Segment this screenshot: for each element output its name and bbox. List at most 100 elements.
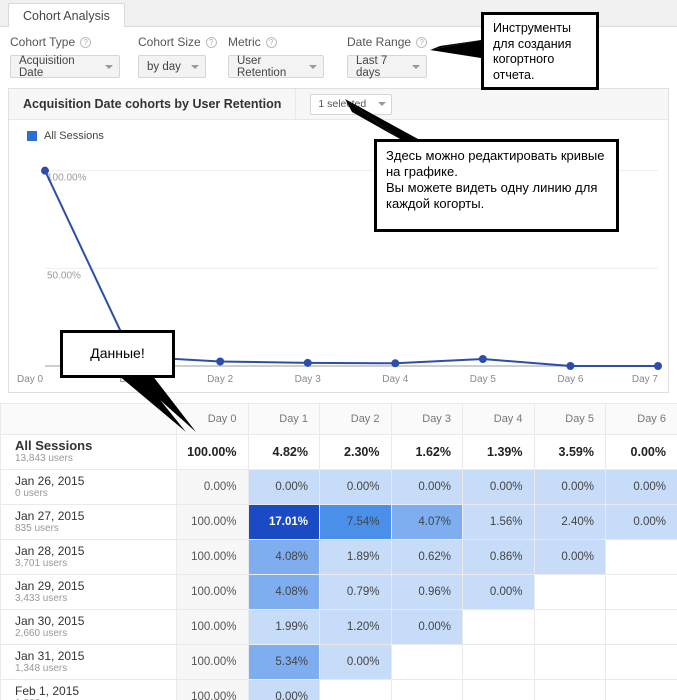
cohort-table-wrap: Day 0 Day 1 Day 2 Day 3 Day 4 Day 5 Day 6 All …: [0, 403, 677, 700]
svg-text:Day 4: Day 4: [382, 374, 409, 385]
control-metric: Metric? User Retention: [228, 35, 324, 79]
retention-cell: 0.00%: [533, 469, 606, 505]
cohort-row-label: Jan 27, 2015 835 users: [0, 504, 177, 540]
retention-cell: 2.40%: [533, 504, 606, 540]
control-dropdown[interactable]: by day: [138, 55, 206, 78]
help-icon[interactable]: ?: [416, 36, 428, 48]
retention-cell: [533, 609, 606, 645]
svg-text:50.00%: 50.00%: [47, 270, 81, 281]
table-row[interactable]: Jan 31, 2015 1,348 users 100.00% 5.34% 0.00%: [0, 644, 677, 680]
retention-cell: [462, 679, 535, 700]
column-header-day-0: Day 0: [176, 403, 249, 435]
help-icon[interactable]: ?: [205, 36, 217, 48]
chart-title: Acquisition Date cohorts by User Retenti…: [23, 97, 282, 111]
chart-legend[interactable]: All Sessions: [27, 130, 104, 142]
control-value: Acquisition Date: [19, 54, 75, 79]
control-value: User Retention: [237, 54, 287, 79]
table-row[interactable]: Jan 27, 2015 835 users 100.00% 17.01% 7.54% 4…: [0, 504, 677, 540]
cohort-user-count: 2,660 users: [15, 628, 68, 639]
retention-cell: 0.00%: [390, 469, 463, 505]
retention-cell: 100.00%: [176, 574, 249, 610]
retention-cell: [533, 679, 606, 700]
help-icon[interactable]: ?: [80, 36, 92, 48]
retention-cell: 0.00%: [533, 539, 606, 575]
control-dropdown[interactable]: User Retention: [228, 54, 324, 79]
column-header-day-4: Day 4: [462, 403, 535, 435]
cohort-user-count: 0 users: [15, 488, 48, 499]
svg-text:Day 3: Day 3: [295, 374, 322, 385]
cohort-name: Jan 31, 2015: [15, 649, 85, 663]
callout-curves-text: Здесь можно редактировать кривые на граф…: [386, 148, 605, 212]
control-cohort-size: Cohort Size? by day: [138, 35, 217, 78]
retention-cell: [605, 609, 677, 645]
cohort-name: Jan 26, 2015: [15, 474, 85, 488]
cohort-row-label: All Sessions 13,843 users: [0, 434, 177, 470]
callout-data: Данные!: [60, 330, 175, 378]
retention-cell: 7.54%: [319, 504, 392, 540]
control-label: Date Range?: [347, 35, 428, 49]
table-row[interactable]: Jan 26, 2015 0 users 0.00% 0.00% 0.00% 0.00% 0…: [0, 469, 677, 505]
retention-cell: [605, 539, 677, 575]
control-date-range: Date Range? Last 7 days: [347, 35, 428, 79]
tab-cohort-analysis[interactable]: Cohort Analysis: [8, 3, 125, 27]
table-row[interactable]: Feb 1, 20151,866 users100.00%0.00%: [0, 679, 677, 700]
cohort-row-label: Feb 1, 20151,866 users: [0, 679, 177, 700]
table-row[interactable]: All Sessions 13,843 users 100.00% 4.82% 2.30…: [0, 434, 677, 470]
retention-cell: 4.82%: [247, 434, 320, 470]
retention-cell: 1.39%: [462, 434, 535, 470]
retention-cell: 5.34%: [247, 644, 320, 680]
cohort-table-head: Day 0 Day 1 Day 2 Day 3 Day 4 Day 5 Day 6: [0, 403, 677, 435]
control-dropdown[interactable]: Last 7 days: [347, 54, 427, 79]
cohort-selector-dropdown[interactable]: 1 selected: [310, 93, 393, 115]
retention-cell: 17.01%: [247, 504, 320, 540]
retention-cell: 4.08%: [247, 574, 320, 610]
retention-cell: 1.89%: [319, 539, 392, 575]
control-dropdown[interactable]: Acquisition Date: [10, 54, 120, 79]
retention-cell: [605, 644, 677, 680]
chart-panel-header: Acquisition Date cohorts by User Retenti…: [9, 88, 668, 120]
retention-cell: 0.00%: [462, 574, 535, 610]
retention-cell: [390, 644, 463, 680]
cohort-analysis-page: Cohort Analysis Cohort Type? Acquisition …: [0, 0, 677, 700]
svg-text:Day 5: Day 5: [470, 374, 497, 385]
retention-cell: 0.96%: [390, 574, 463, 610]
retention-cell: 100.00%: [176, 644, 249, 680]
column-header-day-5: Day 5: [533, 403, 606, 435]
cohort-name: All Sessions: [15, 438, 93, 453]
retention-cell: 0.00%: [176, 469, 249, 505]
retention-cell: [533, 574, 606, 610]
table-row[interactable]: Jan 30, 2015 2,660 users 100.00% 1.99% 1.20%…: [0, 609, 677, 645]
retention-cell: 0.79%: [319, 574, 392, 610]
control-label-text: Metric: [228, 35, 261, 49]
retention-cell: [319, 679, 392, 700]
retention-cell: 2.30%: [319, 434, 392, 470]
retention-cell: 1.99%: [247, 609, 320, 645]
control-value: by day: [147, 60, 181, 73]
control-value: Last 7 days: [356, 54, 388, 79]
legend-swatch-icon: [27, 131, 37, 141]
table-row[interactable]: Jan 28, 2015 3,701 users 100.00% 4.08% 1.89%…: [0, 539, 677, 575]
table-corner-cell: [0, 403, 177, 435]
table-row[interactable]: Jan 29, 2015 3,433 users 100.00% 4.08% 0.79%…: [0, 574, 677, 610]
help-icon[interactable]: ?: [265, 36, 277, 48]
retention-cell: [462, 644, 535, 680]
chevron-down-icon: [412, 64, 420, 69]
svg-text:Day 2: Day 2: [207, 374, 234, 385]
cohort-row-label: Jan 31, 2015 1,348 users: [0, 644, 177, 680]
retention-cell: 3.59%: [533, 434, 606, 470]
retention-cell: 0.00%: [390, 609, 463, 645]
callout-tools-text: Инструменты для создания когортного отче…: [493, 21, 572, 82]
retention-cell: 1.20%: [319, 609, 392, 645]
retention-cell: 100.00%: [176, 679, 249, 700]
retention-cell: [462, 609, 535, 645]
retention-cell: 100.00%: [176, 539, 249, 575]
retention-cell: 0.62%: [390, 539, 463, 575]
column-header-day-1: Day 1: [247, 403, 320, 435]
cohort-selector-value: 1 selected: [318, 98, 367, 110]
retention-cell: 100.00%: [176, 434, 249, 470]
retention-cell: 1.56%: [462, 504, 535, 540]
cohort-name: Jan 29, 2015: [15, 579, 85, 593]
chevron-down-icon: [105, 64, 113, 69]
control-cohort-type: Cohort Type? Acquisition Date: [10, 35, 120, 79]
column-header-day-2: Day 2: [319, 403, 392, 435]
